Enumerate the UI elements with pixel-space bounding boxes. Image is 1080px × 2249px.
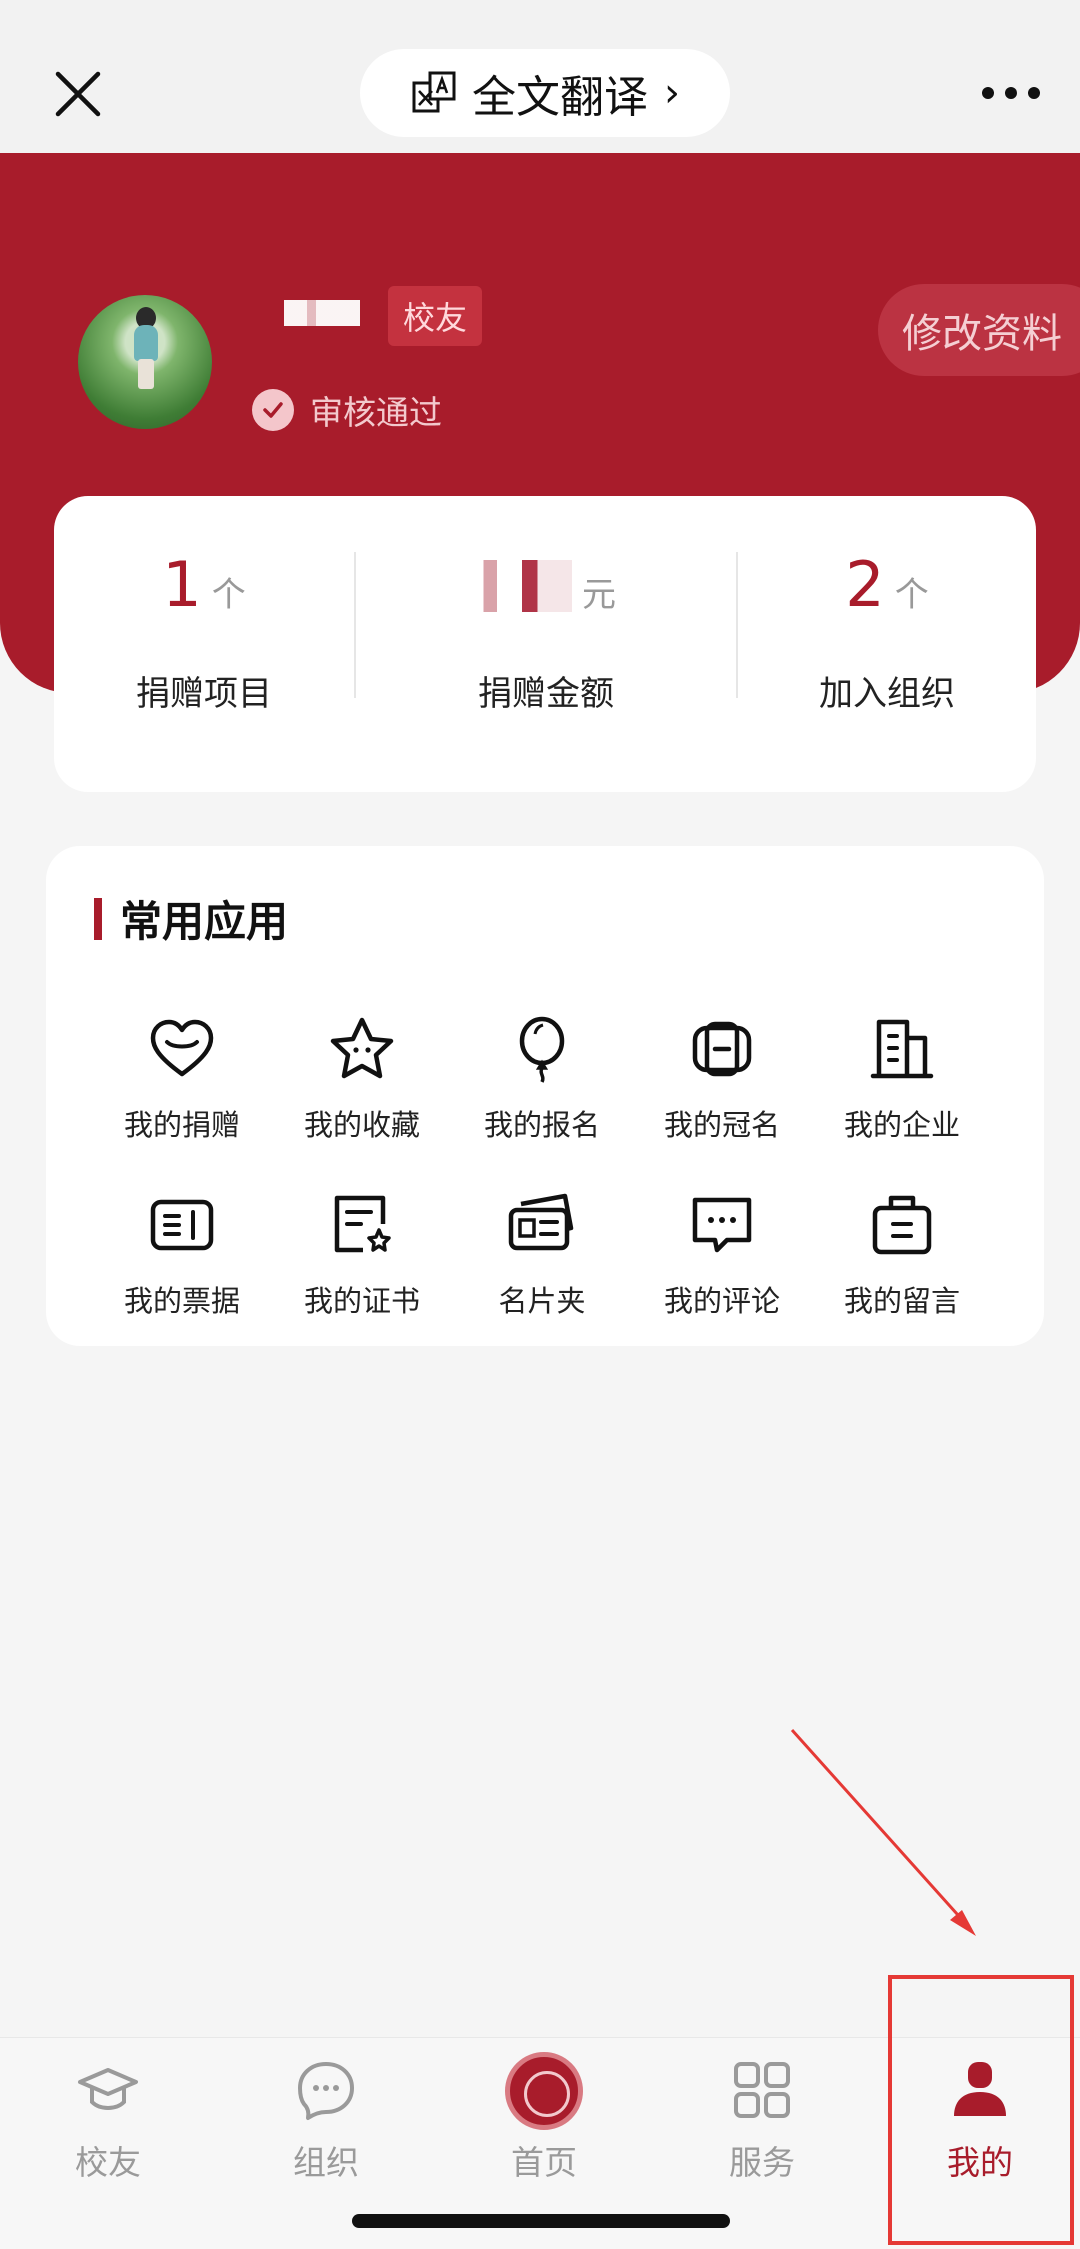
- app-label: 名片夹: [498, 1284, 586, 1318]
- alumni-badge: 校友: [388, 286, 482, 346]
- app-my-certificates[interactable]: 我的证书: [272, 1190, 452, 1320]
- stat-value: 1: [162, 548, 202, 621]
- app-my-comments[interactable]: 我的评论: [632, 1190, 812, 1320]
- chat-bubble-icon: [298, 2062, 354, 2120]
- stat-unit: 个: [211, 575, 246, 615]
- home-indicator: [352, 2214, 730, 2228]
- translate-label: 全文翻译: [472, 72, 648, 123]
- close-icon[interactable]: [52, 68, 104, 120]
- nav-label: 校友: [75, 2143, 141, 2182]
- comment-icon: [692, 1197, 752, 1253]
- stat-unit: 元: [582, 575, 616, 615]
- stat-label: 捐赠金额: [478, 674, 614, 714]
- app-my-messages[interactable]: 我的留言: [812, 1190, 992, 1320]
- top-bar: 全文翻译 ›: [0, 0, 1080, 153]
- building-icon: [870, 1019, 934, 1079]
- translate-button[interactable]: 全文翻译 ›: [360, 49, 730, 137]
- title-accent-bar: [94, 897, 102, 940]
- amount-redacted: [476, 560, 572, 612]
- app-my-registrations[interactable]: 我的报名: [452, 1014, 632, 1144]
- balloon-icon: [519, 1016, 565, 1083]
- stat-donation-projects[interactable]: 1个 捐赠项目: [54, 496, 354, 792]
- app-label: 我的冠名: [663, 1108, 780, 1142]
- nav-label: 服务: [729, 2143, 795, 2182]
- nav-label: 组织: [293, 2143, 359, 2182]
- nav-services[interactable]: 服务: [682, 2058, 842, 2184]
- section-title: 常用应用: [94, 888, 288, 949]
- university-logo-icon: [505, 2052, 583, 2130]
- stat-joined-orgs[interactable]: 2个 加入组织: [738, 496, 1036, 792]
- more-options-icon[interactable]: [982, 78, 1042, 108]
- heart-icon: [150, 1019, 214, 1077]
- stats-card: 1个 捐赠项目 元 捐赠金额 2个 加入组织: [54, 496, 1036, 792]
- common-apps-card: 常用应用 我的捐赠 我的收藏 我的报名 我的冠名 我的企业 我的票据 我的证书 …: [46, 846, 1044, 1346]
- username-redacted: [284, 300, 360, 326]
- stat-value: 2: [845, 548, 885, 621]
- verification-label: 审核通过: [310, 393, 442, 432]
- receipt-icon: [150, 1199, 214, 1251]
- app-label: 我的票据: [123, 1284, 240, 1318]
- app-business-card-holder[interactable]: 名片夹: [452, 1190, 632, 1320]
- section-title-text: 常用应用: [120, 897, 289, 946]
- app-label: 我的捐赠: [123, 1108, 240, 1142]
- app-my-donations[interactable]: 我的捐赠: [92, 1014, 272, 1144]
- stat-donation-amount[interactable]: 元 捐赠金额: [356, 496, 736, 792]
- chevron-right-icon: ›: [664, 70, 680, 116]
- nav-organization[interactable]: 组织: [246, 2058, 406, 2184]
- app-label: 我的报名: [483, 1108, 600, 1142]
- edit-profile-button[interactable]: 修改资料: [878, 284, 1080, 376]
- nav-home[interactable]: 首页: [464, 2052, 624, 2184]
- app-my-favorites[interactable]: 我的收藏: [272, 1014, 452, 1144]
- app-label: 我的证书: [303, 1284, 420, 1318]
- card-holder-icon: [508, 1193, 574, 1251]
- translate-icon: [412, 71, 456, 113]
- star-icon: [330, 1017, 394, 1079]
- app-label: 我的留言: [843, 1284, 960, 1318]
- check-circle-icon: [252, 389, 294, 431]
- app-my-enterprise[interactable]: 我的企业: [812, 1014, 992, 1144]
- badge-icon: [692, 1021, 752, 1077]
- message-bag-icon: [872, 1195, 932, 1255]
- app-label: 我的收藏: [303, 1108, 420, 1142]
- certificate-icon: [334, 1195, 391, 1253]
- stat-label: 捐赠项目: [136, 674, 272, 714]
- verification-status: 审核通过: [252, 386, 442, 434]
- app-my-naming[interactable]: 我的冠名: [632, 1014, 812, 1144]
- app-label: 我的企业: [843, 1108, 960, 1142]
- app-label: 我的评论: [663, 1284, 780, 1318]
- stat-unit: 个: [894, 575, 929, 615]
- app-my-receipts[interactable]: 我的票据: [92, 1190, 272, 1320]
- nav-alumni[interactable]: 校友: [28, 2058, 188, 2184]
- nav-label: 首页: [511, 2143, 577, 2182]
- avatar[interactable]: [78, 295, 212, 429]
- grid-icon: [734, 2062, 790, 2118]
- graduation-cap-icon: [78, 2068, 138, 2110]
- stat-label: 加入组织: [819, 674, 955, 714]
- annotation-highlight-box: [888, 1975, 1074, 2245]
